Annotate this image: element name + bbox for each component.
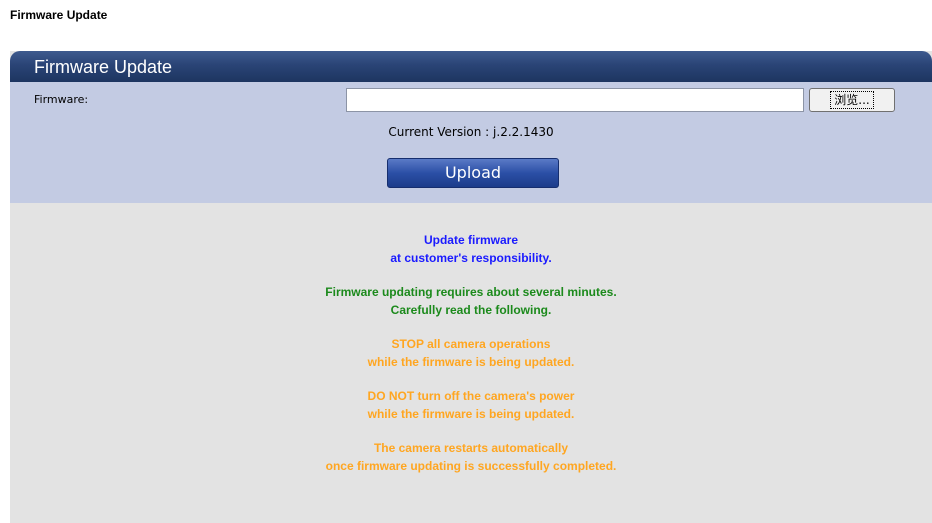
notice-stop-operations: STOP all camera operations while the fir…	[10, 335, 932, 371]
notice-line: once firmware updating is successfully c…	[325, 459, 617, 473]
notice-responsibility: Update firmware at customer's responsibi…	[10, 231, 932, 267]
notice-line: while the firmware is being updated.	[367, 355, 575, 369]
notice-line: STOP all camera operations	[391, 337, 551, 351]
notice-line: at customer's responsibility.	[390, 251, 552, 265]
firmware-form: Firmware: 浏览... Current Version : j.2.2.…	[10, 82, 932, 203]
browse-button[interactable]: 浏览...	[809, 88, 895, 112]
firmware-label: Firmware:	[34, 93, 89, 106]
page-title: Firmware Update	[10, 8, 108, 22]
notices: Update firmware at customer's responsibi…	[10, 231, 932, 475]
panel-title: Firmware Update	[10, 51, 932, 82]
notice-restart: The camera restarts automatically once f…	[10, 439, 932, 475]
notice-duration: Firmware updating requires about several…	[10, 283, 932, 319]
notice-line: while the firmware is being updated.	[367, 407, 575, 421]
notice-line: Update firmware	[423, 233, 519, 247]
upload-button[interactable]: Upload	[387, 158, 559, 188]
firmware-update-panel: Firmware Update Firmware: 浏览... Current …	[10, 51, 932, 523]
notice-line: DO NOT turn off the camera's power	[367, 389, 575, 403]
notice-line: Firmware updating requires about several…	[325, 285, 617, 299]
notice-power: DO NOT turn off the camera's power while…	[10, 387, 932, 423]
notice-line: The camera restarts automatically	[373, 441, 569, 455]
browse-button-label: 浏览...	[830, 91, 874, 109]
firmware-file-input[interactable]	[346, 88, 804, 112]
notice-line: Carefully read the following.	[390, 303, 552, 317]
current-version-text: Current Version : j.2.2.1430	[388, 125, 554, 139]
